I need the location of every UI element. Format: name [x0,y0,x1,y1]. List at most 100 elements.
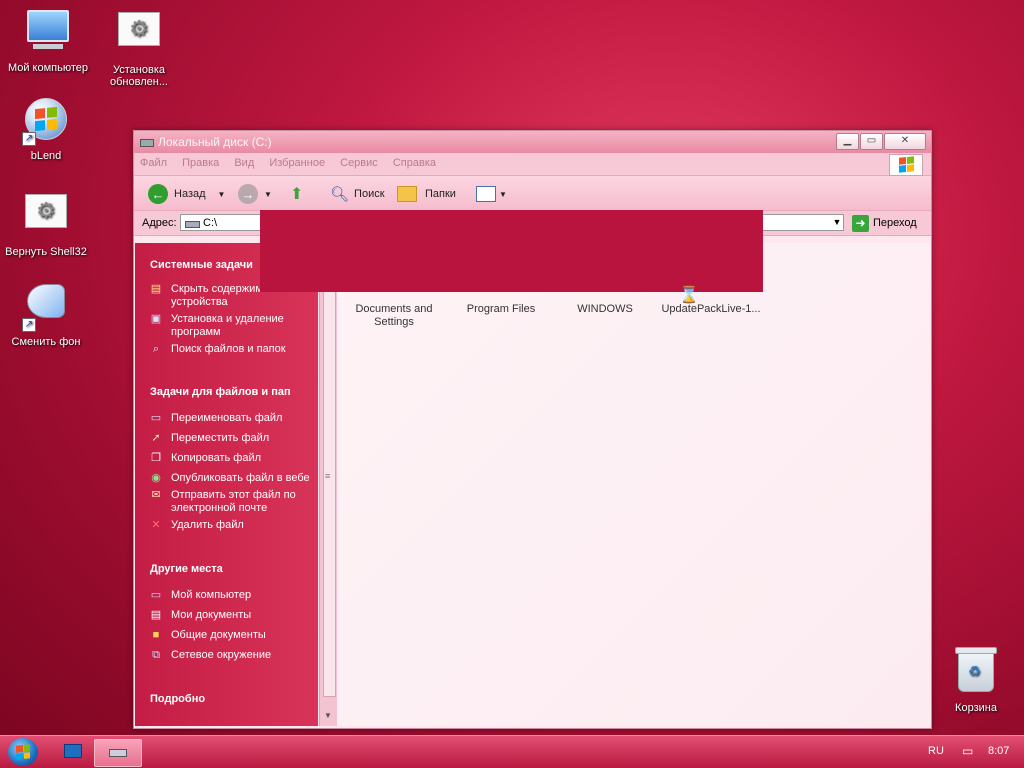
place-network[interactable]: ⧉ Сетевое окружение [135,649,318,662]
task-label: Сетевое окружение [171,649,272,661]
rename-icon: ▭ [150,412,162,424]
forward-arrow-icon: → [238,184,258,204]
place-shared-documents[interactable]: ■ Общие документы [135,629,318,642]
back-arrow-icon: ← [148,184,168,204]
task-add-remove-programs[interactable]: ▣ Установка и удаление программ [135,313,318,339]
web-icon: ◉ [151,472,161,484]
desktop-icon-my-computer[interactable]: Мой компьютер [0,6,96,74]
section-title-details[interactable]: Подробно [135,693,318,705]
close-button[interactable]: ✕ [884,133,926,150]
gear-icon: ⚙ [22,194,70,242]
windows-orb-icon: ↗ [22,98,70,146]
language-indicator[interactable]: RU [928,745,944,757]
windows-logo-icon [889,154,923,176]
clock[interactable]: 8:07 [988,745,1009,757]
copy-icon: ❐ [151,452,161,464]
menu-view[interactable]: Вид [228,153,260,169]
task-email-file[interactable]: ✉ Отправить этот файл по электронной почт… [135,489,318,515]
task-label: Отправить этот файл по электронной почте [171,489,296,514]
go-arrow-icon: ➜ [852,214,869,232]
section-title-file-tasks[interactable]: Задачи для файлов и пап [135,386,318,398]
views-button[interactable]: ▼ [476,183,507,205]
task-rename-file[interactable]: ▭ Переименовать файл [135,412,318,425]
address-dropdown-icon[interactable]: ▼ [830,215,844,230]
menu-help[interactable]: Справка [387,153,442,169]
task-delete-file[interactable]: ✕ Удалить файл [135,519,318,532]
toolbar: ← Назад ▼ → ▼ ⬆ 🔍︎ Поиск Папки ▼ [134,176,931,211]
drive-icon [109,749,127,757]
search-button[interactable]: 🔍︎ Поиск [330,183,385,205]
file-item-program-files[interactable]: Program Files [449,303,553,316]
file-list: Documents and Settings Program Files WIN… [337,243,930,726]
task-label: Мой компьютер [171,589,252,601]
task-search-files[interactable]: ⌕ Поиск файлов и папок [135,343,318,356]
views-icon [476,186,496,202]
up-folder-button[interactable]: ⬆ [290,183,303,205]
mail-icon: ✉ [151,489,161,501]
file-name: Program Files [466,303,536,315]
desktop-icon-update-install[interactable]: ⚙ Установка обновлен... [91,6,187,88]
pane-splitter[interactable]: ≡ ▼ [319,243,338,726]
desktop-icon-recycle-bin[interactable]: ♻ Корзина [928,647,1024,714]
delete-icon: ✕ [151,519,161,531]
task-move-file[interactable]: ➚ Переместить файл [135,432,318,445]
section-title-other-places[interactable]: Другие места [135,563,318,575]
recycle-bin-icon: ♻ [952,647,1000,698]
task-publish-web[interactable]: ◉ Опубликовать файл в вебе [135,472,318,485]
drive-icon: ▤ [150,283,162,295]
task-label: Общие документы [171,629,266,641]
hourglass-cursor-icon: ⌛ [679,287,699,304]
task-label: Переименовать файл [171,412,283,424]
taskbar-item-explorer[interactable] [94,739,142,767]
menu-file[interactable]: Файл [134,153,173,169]
maximize-button[interactable]: ▭ [860,133,883,150]
file-item-documents-and-settings[interactable]: Documents and Settings [342,303,446,329]
scroll-down-icon[interactable]: ▼ [324,711,332,720]
folder-icon: ■ [152,629,160,641]
menu-tools[interactable]: Сервис [334,153,384,169]
window-titlebar[interactable]: Локальный диск (C:) ▁ ▭ ✕ [134,131,931,153]
folders-button[interactable]: Папки [397,183,456,205]
computer-icon: ▭ [150,589,162,601]
back-button[interactable]: ← Назад ▼ [148,183,225,205]
menu-edit[interactable]: Правка [176,153,225,169]
taskbar: RU ▭ 8:07 [0,735,1024,768]
place-my-documents[interactable]: ▤ Мои документы [135,609,318,622]
task-label: Установка и удаление программ [171,313,284,338]
shortcut-arrow-icon: ↗ [22,318,36,332]
start-button[interactable] [8,738,38,766]
computer-icon [24,10,72,58]
place-my-computer[interactable]: ▭ Мой компьютер [135,589,318,602]
desktop-icon-blend[interactable]: ↗ bLend [0,96,94,162]
move-icon: ➚ [151,432,161,444]
drive-icon [185,221,200,228]
show-desktop-button[interactable] [60,739,86,765]
folders-label: Папки [425,188,456,200]
task-label: Мои документы [171,609,252,621]
shortcut-arrow-icon: ↗ [22,132,36,146]
forward-button[interactable]: → ▼ [238,183,272,205]
gear-icon: ⚙ [115,12,163,60]
file-name: UpdatePackLive-1... [661,303,761,315]
desktop-icon [64,744,82,758]
go-button[interactable]: ➜ Переход [852,214,917,232]
file-item-windows[interactable]: WINDOWS [553,303,657,316]
file-item-updatepacklive[interactable]: UpdatePackLive-1... [659,303,763,316]
desktop-icon-label: bLend [30,150,62,162]
search-label: Поиск [354,188,385,200]
back-dropdown-icon[interactable]: ▼ [218,190,226,199]
views-dropdown-icon: ▼ [499,189,507,199]
desktop-icon-restore-shell32[interactable]: ⚙ Вернуть Shell32 [0,188,94,258]
task-copy-file[interactable]: ❐ Копировать файл [135,452,318,465]
task-label: Поиск файлов и папок [171,343,286,355]
menu-favorites[interactable]: Избранное [263,153,331,169]
programs-icon: ▣ [150,313,162,325]
go-label: Переход [873,217,917,229]
minimize-button[interactable]: ▁ [836,133,859,150]
forward-dropdown-icon[interactable]: ▼ [264,190,272,199]
task-label: Удалить файл [171,519,244,531]
desktop-icon-change-background[interactable]: ↗ Сменить фон [0,280,94,348]
network-tray-icon[interactable]: ▭ [962,744,973,758]
desktop-icon-label: Установка обновлен... [110,64,168,88]
rendering-artifact [260,210,763,292]
